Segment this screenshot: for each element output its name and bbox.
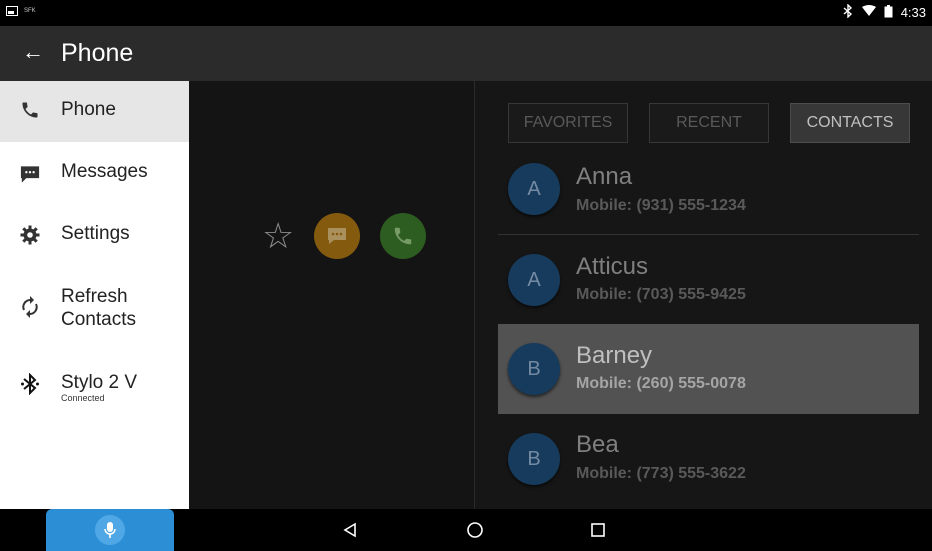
drawer-item-settings[interactable]: Settings — [0, 204, 189, 266]
drawer-item-messages[interactable]: Messages — [0, 142, 189, 204]
battery-icon — [884, 4, 893, 21]
app-toolbar: ← Phone — [0, 26, 932, 81]
status-bar: SFK 4:33 — [0, 0, 932, 26]
nav-back-icon[interactable] — [338, 518, 362, 542]
system-nav-bar — [0, 509, 932, 551]
gear-icon — [18, 223, 42, 247]
bluetooth-icon — [18, 372, 42, 396]
drawer-item-label-line1: Refresh — [61, 286, 128, 307]
status-notification-label: SFK — [24, 8, 36, 14]
message-icon — [18, 162, 42, 186]
nav-home-icon[interactable] — [463, 518, 487, 542]
drawer-item-bluetooth-device[interactable]: Stylo 2 V Connected — [0, 336, 189, 406]
toolbar-title: Phone — [61, 39, 134, 67]
microphone-icon — [95, 515, 125, 545]
drawer-item-label: Stylo 2 V — [61, 372, 138, 393]
status-time: 4:33 — [900, 5, 926, 20]
bluetooth-status-icon — [842, 3, 854, 21]
navigation-drawer: Phone Messages Settings Refresh Contacts… — [0, 81, 189, 509]
drawer-scrim[interactable] — [189, 81, 932, 509]
bluetooth-connection-status: Connected — [61, 393, 105, 403]
drawer-item-label-line2: Contacts — [61, 309, 136, 330]
refresh-icon — [18, 295, 42, 319]
voice-input-button[interactable] — [46, 509, 174, 551]
back-arrow-icon[interactable]: ← — [22, 39, 44, 65]
drawer-item-label: Messages — [61, 161, 148, 182]
drawer-item-label: Settings — [61, 223, 130, 244]
phone-icon — [18, 98, 42, 122]
screenshot-notification-icon — [6, 6, 18, 16]
drawer-item-phone[interactable]: Phone — [0, 81, 189, 142]
nav-recents-icon[interactable] — [586, 518, 610, 542]
drawer-item-refresh-contacts[interactable]: Refresh Contacts — [0, 266, 189, 336]
drawer-item-label: Phone — [61, 99, 116, 120]
wifi-icon — [861, 5, 876, 20]
